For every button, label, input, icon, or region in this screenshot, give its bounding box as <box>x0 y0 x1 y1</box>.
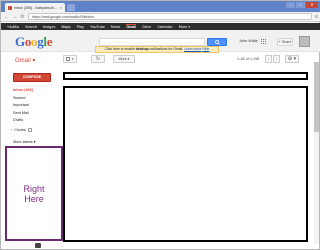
gbar-item[interactable]: Play <box>77 25 84 29</box>
google-bar: +Adiko Search Images Maps Play YouTube News Gma… <box>1 23 320 30</box>
tab-title: Inbox (396) - halbpatisuh... <box>14 5 57 10</box>
learn-more-link[interactable]: Learn more <box>184 47 201 51</box>
pager: ‹ › <box>265 55 280 63</box>
scrollbar[interactable] <box>314 62 319 244</box>
url-field[interactable]: https://mail.google.com/mail/u/0/#inbox <box>28 13 313 20</box>
scrollbar-thumb[interactable] <box>314 62 319 132</box>
share-button[interactable]: + Share <box>277 38 293 46</box>
checkbox-icon <box>66 57 70 61</box>
sidebar-nav: Inbox (396) Starred Important Sent Mail Draf… <box>13 87 61 125</box>
address-bar-row: ← → ⟳ https://mail.google.com/mail/u/0/#… <box>1 12 320 22</box>
circles-checkbox-icon <box>27 128 32 132</box>
gbar-item[interactable]: Calendar <box>157 25 172 29</box>
sidebar-item[interactable]: Drafts <box>13 117 61 125</box>
search-input[interactable] <box>99 38 205 46</box>
sidebar-item[interactable]: Sent Mail <box>13 110 61 118</box>
sidebar-item[interactable]: Starred <box>13 95 61 103</box>
google-logo[interactable]: Google <box>15 35 53 48</box>
circles-label: Circles <box>14 128 26 132</box>
sidebar-item[interactable]: Important <box>13 102 61 110</box>
top-placeholder-strip <box>63 72 308 80</box>
browser-titlebar: Inbox (396) - halbpatisuh... × – □ ✕ <box>1 1 320 12</box>
hide-link[interactable]: Hide <box>202 47 209 51</box>
message-list-placeholder <box>63 86 308 242</box>
gbar-item[interactable]: Images <box>43 25 55 29</box>
search-icon <box>214 39 220 45</box>
gbar-item[interactable]: News <box>111 25 120 29</box>
gbar-item[interactable]: Drive <box>142 25 151 29</box>
user-name[interactable]: John Wilde <box>239 39 258 43</box>
back-icon[interactable]: ← <box>4 14 9 20</box>
compose-button[interactable]: COMPOSE <box>13 73 51 82</box>
new-tab-button[interactable] <box>67 4 75 11</box>
reload-icon[interactable]: ⟳ <box>20 14 25 20</box>
gbar-item[interactable]: Maps <box>61 25 70 29</box>
next-page-button[interactable]: › <box>273 55 280 63</box>
browser-menu-icon[interactable]: ≡ <box>315 14 318 20</box>
gmail-favicon-icon <box>8 5 12 10</box>
avatar[interactable] <box>299 36 310 47</box>
window-controls: – □ ✕ <box>286 2 318 8</box>
browser-tab[interactable]: Inbox (396) - halbpatisuh... × <box>5 3 65 12</box>
ad-placeholder-box: Right Here <box>5 146 63 241</box>
close-window-icon[interactable]: ✕ <box>306 2 318 8</box>
chat-icon[interactable] <box>35 243 41 248</box>
forward-icon[interactable]: → <box>12 14 17 20</box>
browser-window: Inbox (396) - halbpatisuh... × – □ ✕ ← →… <box>0 0 320 250</box>
ad-line-2: Here <box>24 193 44 204</box>
minimize-icon[interactable]: – <box>286 2 295 8</box>
gbar-item[interactable]: Search <box>25 25 37 29</box>
gbar-item[interactable]: YouTube <box>90 25 105 29</box>
prev-page-button[interactable]: ‹ <box>265 55 272 63</box>
ad-line-1: Right <box>23 183 45 194</box>
gbar-item[interactable]: More ▾ <box>179 25 190 29</box>
more-button[interactable]: More ▾ <box>113 55 135 63</box>
apps-grid-icon[interactable] <box>261 39 266 44</box>
select-all-checkbox[interactable]: ▼ <box>63 55 77 63</box>
sidebar-item[interactable]: Inbox (396) <box>13 87 61 95</box>
gbar-item[interactable]: Gmail <box>126 24 137 29</box>
settings-gear-button[interactable]: ⚙ ▾ <box>285 55 299 63</box>
more-labels-link[interactable]: More labels ▾ <box>13 139 36 144</box>
gbar-item[interactable]: +Adiko <box>7 25 19 29</box>
tab-close-icon[interactable]: × <box>60 5 62 10</box>
sidebar-item-circles[interactable]: › Circles <box>11 128 32 132</box>
expand-icon: › <box>11 128 13 132</box>
page-info: 1–50 of 1,198 <box>237 57 259 61</box>
chevron-down-icon: ▼ <box>71 57 74 61</box>
refresh-button[interactable]: ↻ <box>91 55 105 63</box>
gmail-menu-label[interactable]: Gmail ▾ <box>15 57 35 64</box>
notification-banner: Click here to enable desktop notificatio… <box>95 46 219 53</box>
maximize-icon[interactable]: □ <box>296 2 305 8</box>
search-button[interactable] <box>207 38 227 46</box>
